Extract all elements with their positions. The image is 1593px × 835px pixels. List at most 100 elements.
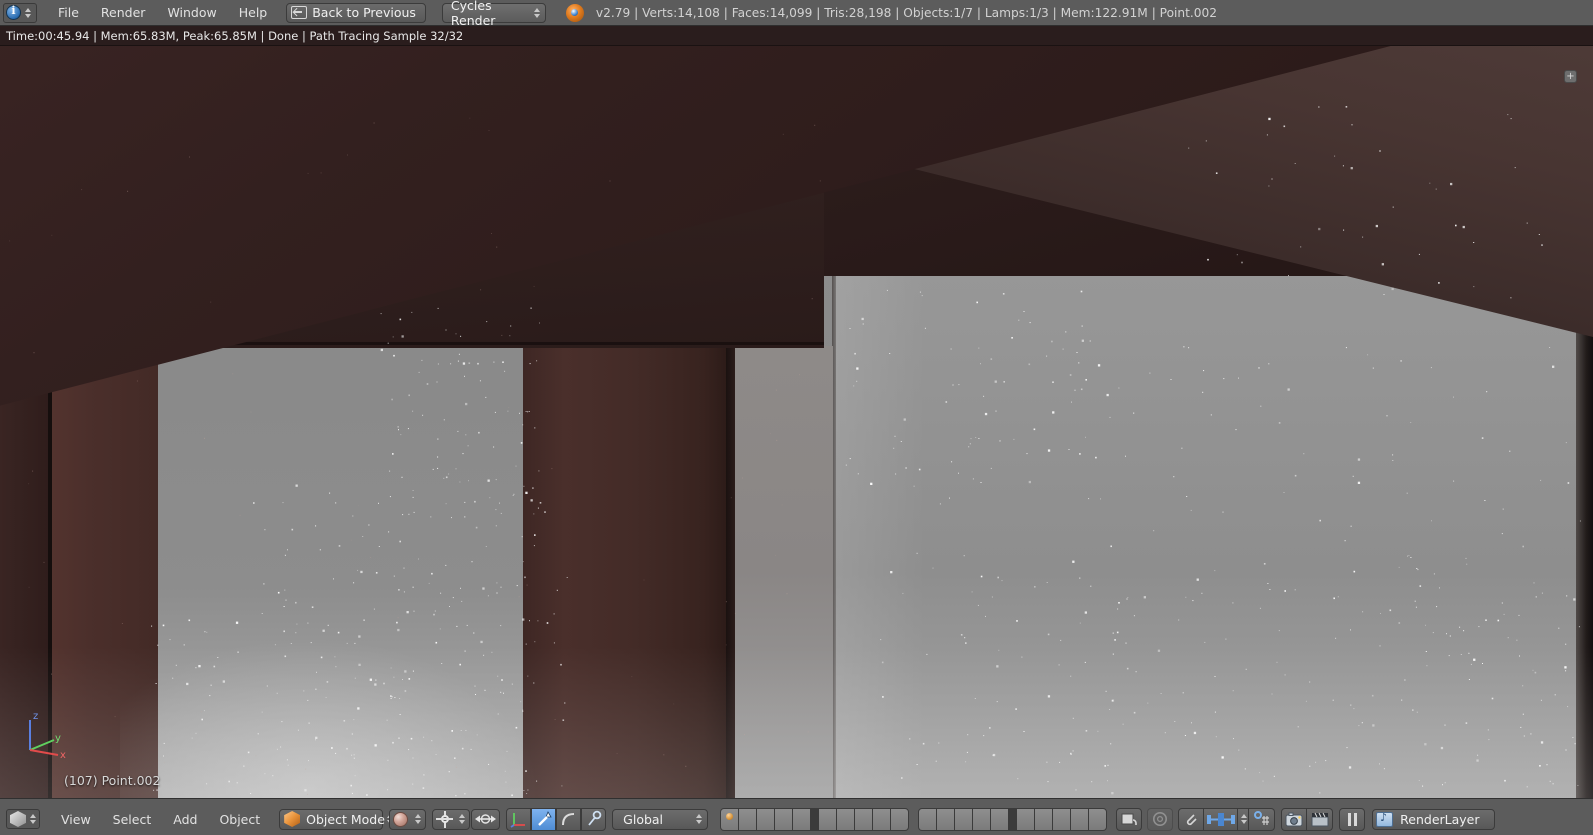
chevron-updown-icon [457,814,466,824]
3d-view-header: View Select Add Object Object Mode Globa… [0,798,1593,835]
layer-cell [1089,808,1107,830]
layer-cell [855,808,873,830]
layer-cell [873,808,891,830]
menu-window[interactable]: Window [156,3,227,22]
menu-render[interactable]: Render [90,3,157,22]
layer-cell [955,808,973,830]
layer-cell [1071,808,1089,830]
chevron-updown-icon [694,814,703,824]
pause-icon [1345,812,1360,826]
scene-layers-group-b[interactable] [918,807,1108,831]
viewport-axis-gizmo: z y x [29,711,66,760]
snap-toggle-button[interactable] [1178,807,1205,831]
scene-statistics: v2.79 | Verts:14,108 | Faces:14,099 | Tr… [595,5,1218,20]
layer-cell [775,808,793,830]
axis-arrows-icon [510,813,525,828]
pause-render-button[interactable] [1339,807,1366,831]
layer-cell [891,808,909,830]
bone-axes-icon [1206,812,1235,826]
interaction-mode-selector[interactable]: Object Mode [279,808,393,830]
back-to-previous-label: Back to Previous [312,5,416,20]
layer-active-dot [726,812,734,820]
render-engine-selector[interactable]: Cycles Render [441,0,546,28]
scene-layers-group-a[interactable] [720,807,910,831]
viewport-shading-selector[interactable] [389,808,427,830]
render-layer-label: RenderLayer [1400,811,1480,827]
viewport-shading-rendered-icon [393,811,409,827]
back-to-previous-icon [291,6,308,19]
layer-cell [757,808,775,830]
circle-outline-icon [1153,812,1168,826]
magnet-grid-icon [1254,811,1270,825]
clip-icon [1187,814,1197,826]
scene-table-leg-center [523,346,728,798]
render-status-text: Time:00:45.94 | Mem:65.83M, Peak:65.85M … [6,28,464,43]
rotate-manipulator-button[interactable] [531,807,557,831]
scale-handle-button[interactable] [581,807,607,831]
scale-manipulator-button[interactable] [556,807,582,831]
layer-cell [937,808,955,830]
chevron-updown-icon [1240,814,1248,824]
scale-handle-icon [587,810,601,826]
camera-icon [1285,812,1303,826]
render-layer-icon [1376,811,1394,827]
menu-object[interactable]: Object [208,810,271,829]
layer-cell [721,808,739,830]
layer-cell [1017,808,1035,830]
menu-view[interactable]: View [50,810,102,829]
scene-table-leg-center-edge [726,346,735,798]
menu-add[interactable]: Add [162,810,208,829]
info-editor-header: File Render Window Help Back to Previous… [0,0,1593,28]
image-editor-render-result[interactable]: z y x (107) Point.002 + [0,46,1593,798]
menu-file[interactable]: File [47,3,90,22]
menu-help[interactable]: Help [228,3,279,22]
blender-window: File Render Window Help Back to Previous… [0,0,1593,835]
blender-logo-icon [565,3,584,22]
info-editor-icon [6,4,21,20]
transform-orientation-selector[interactable]: Global [612,808,709,830]
scene-wall-slice [735,346,833,798]
editor-type-selector-3dview[interactable] [6,809,40,829]
texture-solid-button[interactable] [1147,807,1174,831]
render-buttons-group [1281,807,1334,831]
layer-cell [919,808,937,830]
back-to-previous-button[interactable]: Back to Previous [286,2,426,23]
axis-label-y: y [55,733,61,744]
transform-orientation-label: Global [623,811,664,827]
layer-cell [793,808,811,830]
scene-floor-bounce-light [120,636,540,798]
chevron-updown-icon [28,814,37,824]
snap-during-transform-button[interactable] [1249,807,1276,831]
layer-cell [991,808,1009,830]
interaction-mode-label: Object Mode [306,811,385,827]
object-mode-cube-icon [284,811,301,827]
snap-stepper[interactable] [1238,807,1250,831]
chevron-updown-icon [533,7,541,18]
pivot-point-selector[interactable] [432,808,471,830]
manipulator-toggle-group [506,807,607,831]
render-progress-bar: Time:00:45.94 | Mem:65.83M, Peak:65.85M … [0,26,1593,46]
layer-cell [819,808,837,830]
pivot-center-icon [436,810,454,828]
bone-axes-button[interactable] [1204,807,1239,831]
render-layer-selector[interactable]: RenderLayer [1372,808,1495,830]
scene-lock-icon [1121,813,1137,825]
render-engine-label: Cycles Render [450,0,496,28]
viewport-scroll-nub[interactable]: + [1564,70,1577,83]
active-object-overlay: (107) Point.002 [64,773,161,788]
proportional-edit-icon [475,814,497,824]
editor-type-selector-info[interactable] [3,2,37,23]
menu-select[interactable]: Select [102,810,163,829]
clapperboard-icon [1311,812,1329,826]
layer-cell [837,808,855,830]
render-animation-button[interactable] [1307,807,1334,831]
render-image-button[interactable] [1281,807,1308,831]
translate-manipulator-button[interactable] [506,807,532,831]
chevron-updown-icon [23,7,32,18]
chevron-updown-icon [413,814,422,824]
proportional-edit-toggle[interactable] [471,808,501,830]
lock-scene-to-object-button[interactable] [1116,807,1143,831]
rotate-arc-icon [561,813,574,826]
3d-view-editor-icon [10,811,26,827]
axis-label-x: x [60,750,66,760]
